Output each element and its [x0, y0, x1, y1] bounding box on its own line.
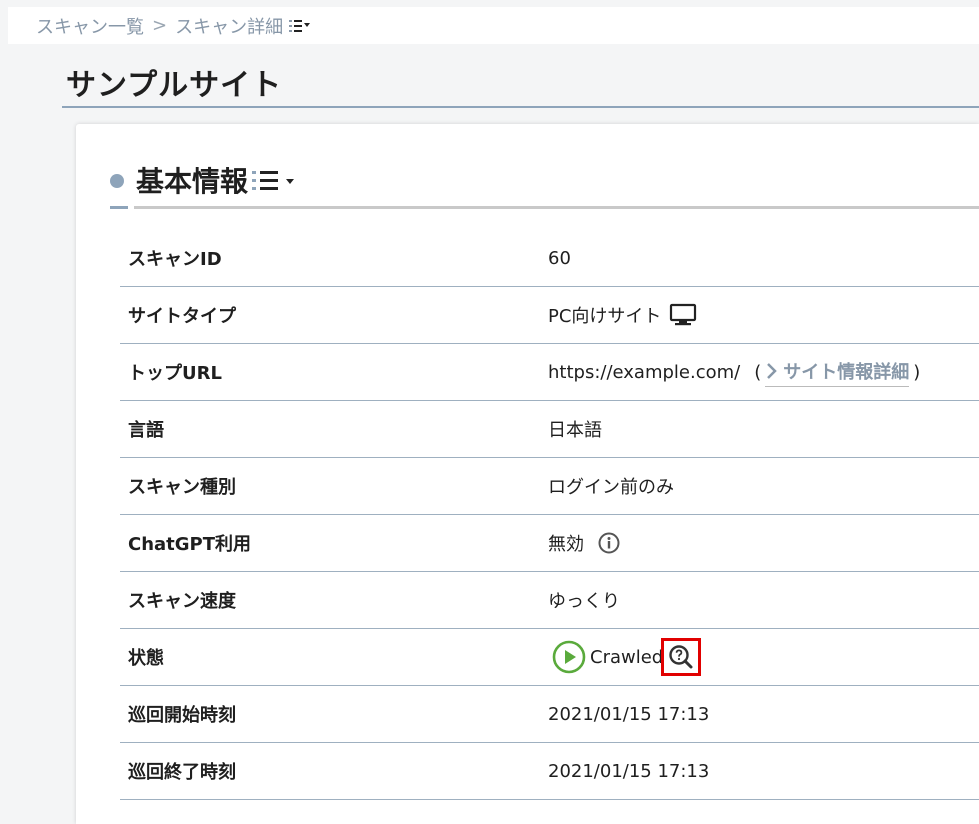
section-header: 基本情報: [110, 160, 979, 210]
row-value: 無効: [548, 534, 584, 555]
row-value: 60: [540, 230, 979, 287]
chevron-right-icon: [767, 362, 778, 379]
row-value: 2021/01/15 17:13: [540, 685, 979, 743]
table-row: スキャンID 60: [120, 230, 979, 287]
row-label: トップURL: [120, 343, 540, 401]
section-list-menu-icon[interactable]: [252, 169, 298, 191]
table-row: 巡回開始時刻 2021/01/15 17:13: [120, 685, 979, 743]
table-row: 言語 日本語: [120, 400, 979, 458]
breadcrumb: スキャン一覧 > スキャン詳細: [8, 7, 979, 44]
page-title: サンプルサイト: [62, 58, 979, 108]
table-row: スキャン速度 ゆっくり: [120, 571, 979, 629]
site-info-detail-link[interactable]: サイト情報詳細: [765, 358, 910, 387]
row-label: 状態: [120, 628, 540, 686]
info-table: スキャンID 60 サイトタイプ PC向けサイト トップURL https://…: [120, 230, 979, 800]
play-circle-icon: [552, 640, 586, 674]
section-underline: [134, 206, 979, 209]
table-row: 状態 Crawled: [120, 628, 979, 686]
row-value: ゆっくり: [540, 571, 979, 629]
status-value: Crawled: [590, 646, 664, 668]
breadcrumb-separator: >: [152, 15, 168, 36]
table-row: ChatGPT利用 無効: [120, 514, 979, 572]
row-value: 2021/01/15 17:13: [540, 742, 979, 800]
open-paren: (: [754, 361, 762, 383]
section-title-wrap: 基本情報: [136, 160, 298, 200]
row-value: ログイン前のみ: [540, 457, 979, 515]
row-label: 言語: [120, 400, 540, 458]
section-dot: [110, 174, 124, 188]
site-info-detail-label: サイト情報詳細: [783, 361, 910, 383]
breadcrumb-scan-list-link[interactable]: スキャン一覧: [8, 13, 144, 39]
row-value: 日本語: [540, 400, 979, 458]
table-row: 巡回終了時刻 2021/01/15 17:13: [120, 742, 979, 800]
table-row: サイトタイプ PC向けサイト: [120, 286, 979, 344]
row-value-cell: https://example.com/ ( サイト情報詳細 ): [540, 343, 979, 401]
info-icon[interactable]: [598, 532, 620, 554]
row-label: 巡回終了時刻: [120, 742, 540, 800]
close-paren: ): [913, 361, 921, 383]
row-value: PC向けサイト: [548, 306, 662, 327]
section-title: 基本情報: [136, 165, 249, 198]
basic-info-card: 基本情報 スキャンID 60 サイトタイプ PC向けサイト トップURL htt…: [76, 124, 979, 824]
row-label: サイトタイプ: [120, 286, 540, 344]
section-underline-accent: [110, 206, 128, 209]
row-label: 巡回開始時刻: [120, 685, 540, 743]
row-value-cell: PC向けサイト: [540, 286, 979, 344]
row-label: スキャンID: [120, 230, 540, 287]
breadcrumb-scan-detail: スキャン詳細: [175, 16, 284, 38]
row-label: スキャン速度: [120, 571, 540, 629]
top-url-value: https://example.com/: [548, 361, 741, 383]
monitor-icon: [669, 303, 697, 327]
list-menu-icon[interactable]: [289, 19, 311, 33]
row-value-cell: 無効: [540, 514, 979, 572]
row-value-cell: Crawled: [540, 628, 979, 686]
row-label: スキャン種別: [120, 457, 540, 515]
row-label: ChatGPT利用: [120, 514, 540, 572]
table-row: スキャン種別 ログイン前のみ: [120, 457, 979, 515]
search-help-icon: [669, 645, 693, 669]
status-help-button[interactable]: [661, 638, 702, 676]
table-row: トップURL https://example.com/ ( サイト情報詳細 ): [120, 343, 979, 401]
